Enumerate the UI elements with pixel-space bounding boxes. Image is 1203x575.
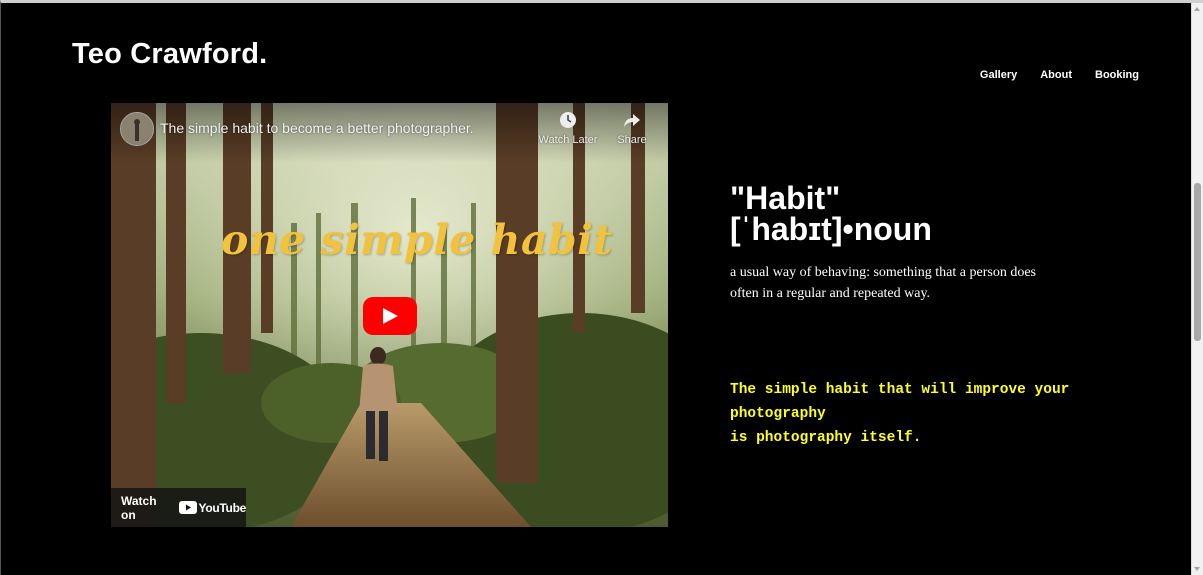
definition-pronunciation: [ˈhabɪt]•noun [730, 211, 932, 247]
youtube-wordmark: YouTube [198, 500, 247, 515]
youtube-logo-icon: YouTube [178, 500, 247, 515]
share-label: Share [617, 134, 647, 146]
nav-about[interactable]: About [1040, 69, 1072, 81]
clock-icon [560, 112, 576, 128]
play-button[interactable] [363, 297, 417, 335]
definition-heading: "Habit" [ˈhabɪt]•noun [730, 180, 932, 247]
quote-line-1: The simple habit that will improve your … [730, 382, 1070, 422]
channel-avatar[interactable] [120, 112, 154, 146]
main-nav: Gallery About Booking [980, 69, 1139, 81]
watch-on-youtube-button[interactable]: Watch on YouTube [111, 488, 246, 527]
youtube-embed[interactable]: The simple habit to become a better phot… [111, 103, 668, 527]
site-brand[interactable]: Teo Crawford. [72, 38, 267, 71]
scroll-thumb[interactable] [1194, 183, 1201, 341]
habit-quote: The simple habit that will improve your … [730, 378, 1150, 450]
vertical-scrollbar[interactable] [1191, 3, 1203, 575]
page: Teo Crawford. Gallery About Booking The … [0, 0, 1203, 575]
share-arrow-icon [624, 114, 640, 127]
scroll-up-arrow-icon[interactable] [1194, 7, 1200, 11]
watch-later-button[interactable]: Watch Later [538, 111, 598, 146]
quote-line-2: is photography itself. [730, 430, 922, 446]
definition-meaning: a usual way of behaving: something that … [730, 265, 1036, 301]
definition-word: "Habit" [730, 180, 841, 216]
video-title[interactable]: The simple habit to become a better phot… [160, 120, 474, 136]
watch-on-label: Watch on [121, 493, 157, 522]
share-button[interactable]: Share [616, 111, 648, 146]
nav-booking[interactable]: Booking [1095, 69, 1139, 81]
scroll-down-arrow-icon[interactable] [1194, 567, 1200, 571]
thumbnail-title-text: one simple habit [221, 216, 613, 264]
play-icon [383, 308, 398, 324]
nav-gallery[interactable]: Gallery [980, 69, 1017, 81]
watch-later-label: Watch Later [538, 134, 598, 146]
